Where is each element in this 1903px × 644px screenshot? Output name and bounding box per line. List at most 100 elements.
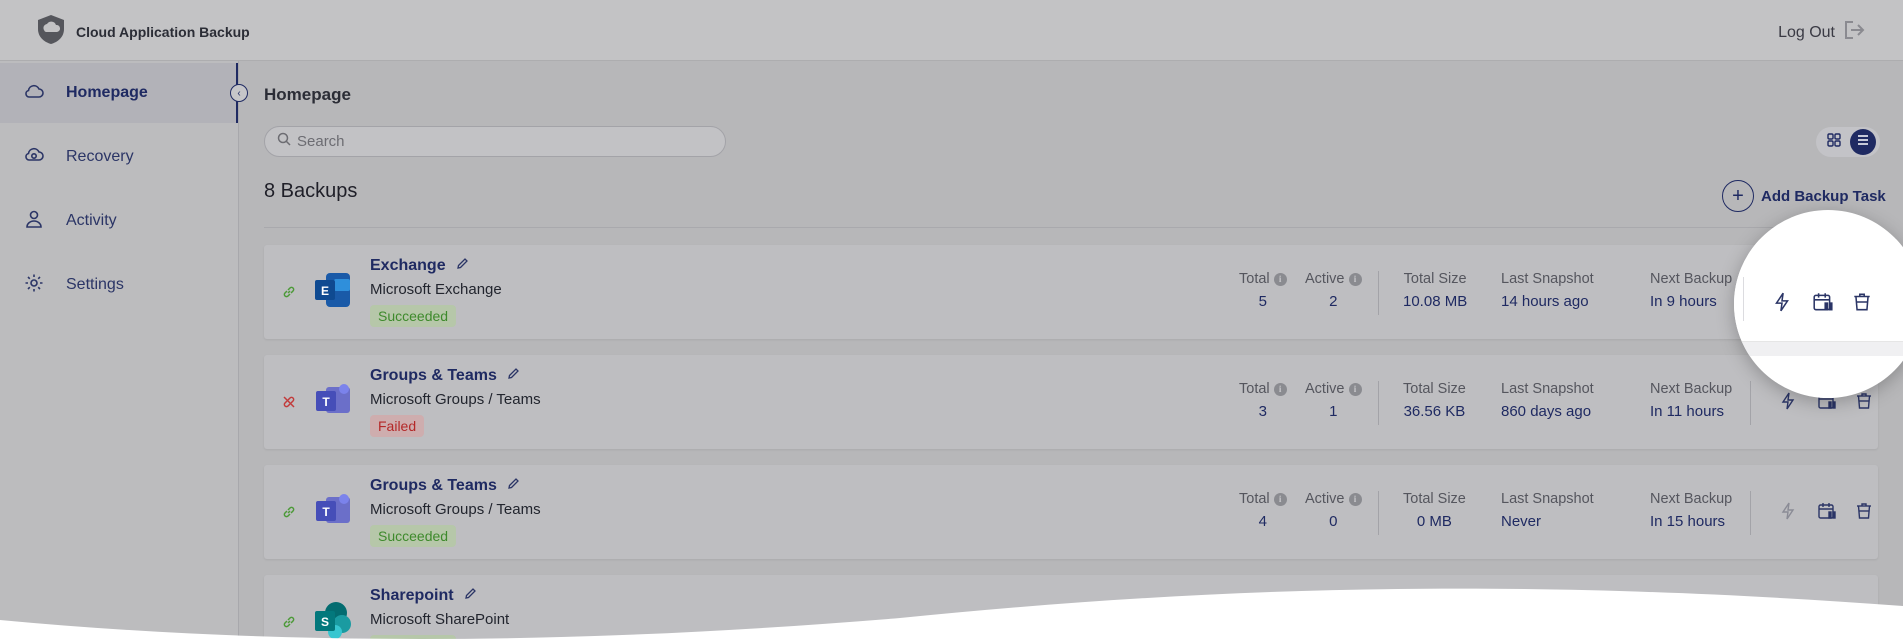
active-label: Active [1305,381,1345,397]
active-label: Active [1305,491,1345,507]
next-backup-stat: Next Backup In 11 hours [1650,381,1732,420]
search-box[interactable] [264,126,726,157]
add-backup-task-button[interactable]: + Add Backup Task [1722,180,1886,212]
delete-button[interactable] [1854,391,1874,411]
page-title: Homepage [264,85,351,104]
last-snapshot-value: 860 days ago [1501,403,1592,420]
next-backup-value: In 11 hours [1650,403,1724,420]
total-size-value: 10.08 MB [1403,293,1468,310]
sidebar-collapse-button[interactable]: ‹ [230,84,248,102]
backup-name[interactable]: Exchange [370,257,469,275]
run-now-button[interactable] [1771,291,1793,318]
last-snapshot-value: 14 hours ago [1501,293,1589,310]
delete-button[interactable] [1851,291,1873,318]
sidebar-item-label: Homepage [66,84,148,101]
next-backup-label: Next Backup [1650,381,1733,397]
grid-icon [1826,132,1841,152]
svg-text:T: T [322,395,330,409]
teams-icon: T [312,489,354,531]
status-badge: Failed [370,415,425,437]
info-icon[interactable]: i [1273,382,1287,396]
total-value: 4 [1258,513,1267,530]
stat-separator [1378,491,1379,535]
backup-name-text: Exchange [370,257,446,274]
sidebar-item-settings[interactable]: Settings [0,255,238,315]
info-icon[interactable]: i [1348,492,1362,506]
total-stat: Total i 5 [1239,271,1287,310]
pencil-icon[interactable] [507,477,520,495]
app-title: Cloud Application Backup [76,23,250,40]
link-icon [282,505,296,519]
total-value: 3 [1258,403,1267,420]
app-header: Cloud Application Backup Log Out [0,0,1903,61]
last-snapshot-stat: Last Snapshot 860 days ago [1501,381,1594,420]
sidebar-item-recovery[interactable]: Recovery [0,127,238,187]
add-backup-task-label: Add Backup Task [1761,187,1886,205]
logout-button[interactable]: Log Out [1778,20,1865,45]
stat-separator [1378,381,1379,425]
sidebar-item-activity[interactable]: Activity [0,191,238,251]
total-value: 5 [1258,293,1267,310]
search-icon [277,132,291,151]
last-snapshot-label: Last Snapshot [1501,491,1594,507]
info-icon[interactable]: i [1348,382,1362,396]
total-size-label: Total Size [1403,271,1467,287]
backup-name[interactable]: Groups & Teams [370,367,520,385]
sidebar-item-homepage[interactable]: Homepage [0,63,238,123]
schedule-pause-button[interactable] [1812,291,1834,318]
sidebar: Homepage Recovery Activity Settings [0,61,239,644]
action-separator [1743,277,1744,321]
pencil-icon[interactable] [507,367,520,385]
backup-card[interactable]: T Groups & Teams Microsoft Groups / Team… [264,355,1878,449]
active-stat: Active i 2 [1305,271,1362,310]
backup-name-text: Groups & Teams [370,367,497,384]
total-label: Total [1239,491,1270,507]
backup-type: Microsoft Groups / Teams [370,391,541,408]
run-now-button[interactable] [1778,391,1798,411]
brand[interactable]: Cloud Application Backup [34,13,250,50]
active-value: 0 [1329,513,1338,530]
last-snapshot-stat: Last Snapshot Never [1501,491,1594,530]
backup-card[interactable]: T Groups & Teams Microsoft Groups / Team… [264,465,1878,559]
magnified-gap [1734,342,1903,356]
schedule-pause-button[interactable] [1817,501,1837,521]
total-size-label: Total Size [1403,491,1466,507]
gear-icon [24,273,44,298]
plus-icon: + [1722,180,1754,212]
next-backup-label: Next Backup [1650,491,1733,507]
sidebar-item-label: Activity [66,212,117,229]
next-backup-value: In 9 hours [1650,293,1717,310]
user-icon [24,210,44,233]
last-snapshot-label: Last Snapshot [1501,271,1594,287]
cloud-restore-icon [24,146,44,169]
action-separator [1750,491,1751,535]
cloud-icon [24,83,44,104]
next-backup-stat: Next Backup In 9 hours [1650,271,1732,310]
info-icon[interactable]: i [1273,492,1287,506]
teams-icon: T [312,379,354,421]
backup-name[interactable]: Groups & Teams [370,477,520,495]
total-stat: Total i 4 [1239,491,1287,530]
delete-button[interactable] [1854,501,1874,521]
info-icon[interactable]: i [1273,272,1287,286]
backup-name-text: Groups & Teams [370,477,497,494]
link-icon [282,285,296,299]
backup-card[interactable]: E Exchange Microsoft Exchange Succeeded … [264,245,1878,339]
grid-view-button[interactable] [1821,129,1847,155]
active-stat: Active i 0 [1305,491,1362,530]
total-label: Total [1239,381,1270,397]
last-snapshot-label: Last Snapshot [1501,381,1594,397]
total-size-value: 0 MB [1416,513,1452,530]
list-view-button[interactable] [1849,129,1876,155]
pencil-icon[interactable] [456,257,469,275]
svg-text:E: E [321,284,329,298]
info-icon[interactable]: i [1348,272,1362,286]
search-input[interactable] [297,133,697,150]
status-badge: Succeeded [370,525,457,547]
total-size-stat: Total Size 36.56 KB [1403,381,1466,420]
backup-count: 8 Backups [264,180,358,202]
run-now-button[interactable] [1778,501,1798,521]
svg-text:T: T [322,505,330,519]
stat-separator [1378,271,1379,315]
last-snapshot-value: Never [1501,513,1542,530]
